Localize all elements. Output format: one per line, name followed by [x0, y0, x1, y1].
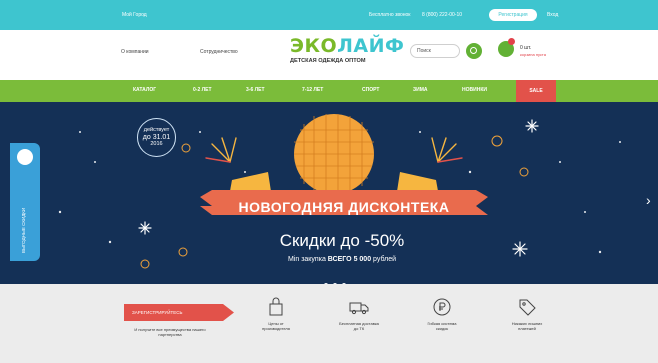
- percent-icon: [17, 149, 33, 165]
- free-call-text: Бесплатно звонок: [369, 12, 411, 18]
- ruble-coin-icon: [433, 298, 451, 316]
- register-cta-subtext: И получите все преимущества нашего партн…: [134, 327, 206, 337]
- logo-text: ЭКОЛАЙФ: [290, 35, 404, 57]
- nav-item-new[interactable]: НОВИНКИ: [462, 87, 487, 93]
- cart-count[interactable]: 0 шт.: [520, 45, 531, 51]
- feature-free-delivery: Бесплатная доставка до ТК: [339, 296, 379, 331]
- cart-status: корзина пуста: [520, 52, 546, 57]
- search-input[interactable]: Поиск: [410, 44, 460, 58]
- min-order-text: Min закупка ВСЕГО 5 000 рублей: [222, 256, 462, 263]
- min-order-prefix: Min закупка: [287, 256, 326, 263]
- discount-headline: Скидки до -50%: [279, 231, 405, 250]
- feature-discount-system: Гибкая система скидок: [422, 296, 462, 331]
- feature-label: Цены от производителя: [262, 321, 290, 331]
- nav-item-winter[interactable]: ЗИМА: [413, 87, 428, 93]
- min-order-suffix: рублей: [373, 256, 397, 263]
- promo-deadline-badge: действует до 31.01 2016: [137, 118, 176, 157]
- side-tab-label: ВЫГОДНЫЕ СКИДКИ: [21, 207, 26, 253]
- nav-item-7-12[interactable]: 7-12 ЛЕТ: [302, 87, 323, 93]
- search-icon[interactable]: [466, 43, 482, 59]
- slider-next-arrow[interactable]: ›: [646, 192, 651, 208]
- truck-icon: [349, 302, 369, 315]
- badge-line-1: действует: [143, 127, 170, 133]
- main-nav: КАТАЛОГ 0-2 ЛЕТ 3-6 ЛЕТ 7-12 ЛЕТ СПОРТ З…: [0, 80, 658, 102]
- phone-number[interactable]: 8 (800) 222-00-10: [422, 12, 462, 18]
- features-strip: ЗАРЕГИСТРИРУЙТЕСЬ И получите все преимущ…: [0, 284, 658, 363]
- shopping-bag-icon: [269, 297, 283, 316]
- menu-about[interactable]: О компании: [121, 49, 149, 55]
- top-bar: Мой Город Бесплатно звонок 8 (800) 222-0…: [0, 0, 658, 30]
- nav-item-catalog[interactable]: КАТАЛОГ: [133, 87, 156, 93]
- discount-side-tab[interactable]: ВЫГОДНЫЕ СКИДКИ: [10, 143, 40, 261]
- logo[interactable]: ЭКОЛАЙФ ДЕТСКАЯ ОДЕЖДА ОПТОМ: [290, 35, 404, 69]
- logo-text-part1: ЭКО: [290, 35, 338, 57]
- slider-dots: [324, 274, 351, 284]
- feature-label: Никаких лишних платежей: [511, 321, 543, 331]
- min-order-value: ВСЕГО 5 000: [327, 256, 372, 263]
- logo-tagline: ДЕТСКАЯ ОДЕЖДА ОПТОМ: [290, 58, 366, 64]
- feature-no-extra-fees: Никаких лишних платежей: [507, 296, 547, 331]
- feature-label: Гибкая система скидок: [427, 321, 457, 331]
- menu-cooperation[interactable]: Сотрудничество: [200, 49, 238, 55]
- logo-text-part2: ЛАЙФ: [337, 35, 405, 57]
- promo-ribbon-text: НОВОГОДНЯЯ ДИСКОНТЕКА: [238, 199, 450, 215]
- feature-manufacturer-prices: Цены от производителя: [256, 296, 296, 331]
- header: О компании Сотрудничество ЭКОЛАЙФ ДЕТСКА…: [0, 30, 658, 80]
- tag-icon: [519, 299, 536, 316]
- nav-item-3-6[interactable]: 3-6 ЛЕТ: [246, 87, 265, 93]
- nav-item-sale[interactable]: SALE: [516, 80, 556, 102]
- login-link[interactable]: Вход: [547, 12, 558, 18]
- cart-icon[interactable]: [498, 38, 515, 57]
- cart-badge: [508, 38, 515, 45]
- badge-line-3: 2016: [150, 141, 163, 147]
- badge-line-2: до 31.01: [142, 134, 171, 141]
- nav-item-0-2[interactable]: 0-2 ЛЕТ: [193, 87, 212, 93]
- feature-label: Бесплатная доставка до ТК: [339, 321, 379, 331]
- register-cta-button[interactable]: ЗАРЕГИСТРИРУЙТЕСЬ: [124, 304, 234, 321]
- city-selector[interactable]: Мой Город: [122, 12, 147, 18]
- nav-item-sport[interactable]: СПОРТ: [362, 87, 379, 93]
- register-button[interactable]: Регистрация: [489, 9, 537, 21]
- promo-banner[interactable]: действует до 31.01 2016 НОВОГОДНЯЯ ДИСКО…: [0, 102, 658, 284]
